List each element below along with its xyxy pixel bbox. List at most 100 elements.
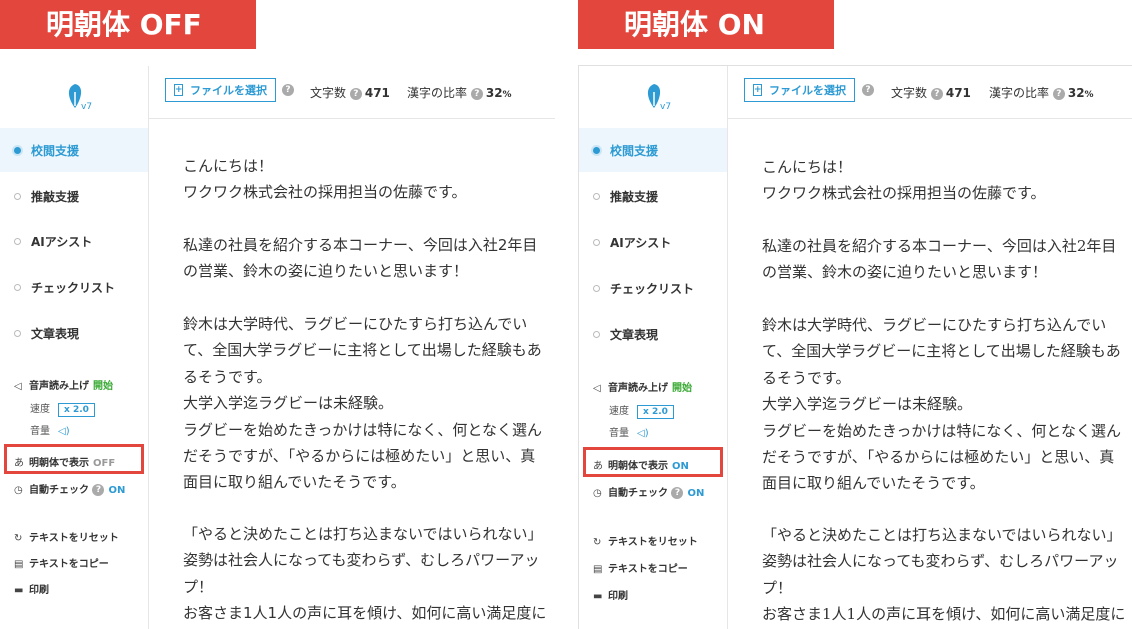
left-comparison-panel: 明朝体 OFF v7 校閲支援 推敲支援 AIアシスト チェックリスト 文章表現…: [0, 0, 555, 629]
volume-icon[interactable]: ◁): [637, 428, 649, 439]
mincho-state: OFF: [93, 458, 116, 469]
nav-label: 校閲支援: [31, 144, 80, 158]
help-icon[interactable]: ?: [92, 484, 105, 496]
nav-label: チェックリスト: [31, 281, 116, 295]
sidebar-item-checklist[interactable]: チェックリスト: [579, 266, 727, 310]
mincho-label: 明朝体で表示: [608, 461, 668, 472]
char-count-value: 471: [364, 86, 390, 100]
speed-select[interactable]: x 2.0: [58, 403, 95, 417]
reset-text-button[interactable]: ↻ テキストをリセット: [14, 529, 119, 544]
file-add-icon: [753, 78, 762, 102]
toolbar: ファイルを選択 ? 文字数 ?471 漢字の比率 ?32%: [149, 66, 555, 119]
sidebar-item-revision[interactable]: 推敲支援: [579, 174, 727, 218]
nav-label: AIアシスト: [610, 236, 672, 250]
print-icon: ▬: [593, 591, 603, 602]
sidebar-item-proofreading[interactable]: 校閲支援: [579, 128, 727, 172]
help-icon[interactable]: ?: [282, 84, 294, 96]
char-count: 文字数 ? 471: [891, 84, 971, 101]
paragraph: 「やると決めたことは打ち込まないではいられない」 姿勢は社会人になっても変わらず…: [183, 521, 553, 627]
speed-row: 速度 x 2.0: [30, 400, 95, 417]
paragraph: こんにちは！ ワクワク株式会社の採用担当の佐藤です。: [183, 153, 553, 206]
paragraph: こんにちは！ ワクワク株式会社の採用担当の佐藤です。: [762, 154, 1132, 207]
right-comparison-panel: 明朝体 ON v7 校閲支援 推敲支援 AIアシスト チェックリスト 文章表現 …: [578, 0, 1132, 629]
autocheck-toggle[interactable]: ◷ 自動チェック ? ON: [593, 484, 704, 499]
volume-icon[interactable]: ◁): [58, 426, 70, 437]
sidebar-item-checklist[interactable]: チェックリスト: [0, 265, 148, 309]
tts-label: 音声読み上げ: [608, 383, 668, 394]
text-editor[interactable]: こんにちは！ ワクワク株式会社の採用担当の佐藤です。 私達の社員を紹介する本コー…: [728, 119, 1132, 629]
reset-text-button[interactable]: ↻ テキストをリセット: [593, 533, 698, 548]
speaker-icon: ◁: [14, 381, 22, 392]
nav-dot-icon: [14, 238, 21, 245]
nav-dot-icon: [593, 285, 600, 292]
char-count-label: 文字数: [310, 86, 347, 100]
help-icon[interactable]: ?: [862, 84, 874, 96]
print-button[interactable]: ▬ 印刷: [14, 581, 49, 596]
print-button[interactable]: ▬ 印刷: [593, 587, 628, 602]
autocheck-state: ON: [108, 485, 126, 496]
kanji-ratio-label: 漢字の比率: [989, 86, 1050, 100]
copy-icon: ▤: [593, 564, 603, 575]
nav-label: 推敲支援: [31, 190, 80, 204]
nav-dot-icon: [593, 331, 600, 338]
nav-dot-icon: [593, 193, 600, 200]
speaker-icon: ◁: [593, 383, 601, 394]
reset-icon: ↻: [14, 533, 23, 544]
nav-label: 文章表現: [610, 328, 659, 342]
help-icon[interactable]: ?: [470, 87, 483, 100]
tts-start-button[interactable]: 開始: [672, 383, 692, 394]
nav-dot-icon: [14, 147, 21, 154]
panel-banner: 明朝体 ON: [578, 0, 834, 49]
paragraph-text: 私達の社員を紹介する本コーナー、今回は入社2年目 の営業、鈴木の姿に迫りたいと思…: [183, 236, 538, 281]
help-icon[interactable]: ?: [930, 87, 943, 100]
nav-label: チェックリスト: [610, 282, 695, 296]
file-select-button[interactable]: ファイルを選択: [165, 78, 276, 102]
paragraph-text: 「やると決めたことは打ち込まないではいられない」 姿勢は社会人になっても変わらず…: [183, 525, 547, 623]
text-editor[interactable]: こんにちは！ ワクワク株式会社の採用担当の佐藤です。 私達の社員を紹介する本コー…: [149, 119, 555, 629]
help-icon[interactable]: ?: [349, 87, 362, 100]
autocheck-state: ON: [687, 488, 705, 499]
autocheck-toggle[interactable]: ◷ 自動チェック ? ON: [14, 481, 125, 496]
char-count-value: 471: [945, 86, 971, 100]
paragraph-text: こんにちは！ ワクワク株式会社の採用担当の佐藤です。: [762, 158, 1046, 203]
sidebar-item-ai-assist[interactable]: AIアシスト: [0, 219, 148, 263]
paragraph-text: 私達の社員を紹介する本コーナー、今回は入社2年目 の営業、鈴木の姿に迫りたいと思…: [762, 237, 1117, 282]
speed-label: 速度: [609, 406, 629, 417]
sidebar-item-ai-assist[interactable]: AIアシスト: [579, 220, 727, 264]
toolbar: ファイルを選択 ? 文字数 ?471 漢字の比率 ?32%: [728, 66, 1132, 119]
tts-row: ◁ 音声読み上げ 開始: [14, 377, 113, 392]
file-button-label: ファイルを選択: [769, 84, 846, 97]
reset-icon: ↻: [593, 537, 602, 548]
volume-row: 音量 ◁): [30, 422, 70, 437]
reset-label: テキストをリセット: [608, 537, 698, 548]
tts-start-button[interactable]: 開始: [93, 381, 113, 392]
app-version: v7: [81, 102, 93, 112]
kanji-ratio-value: 32: [1067, 86, 1085, 100]
mincho-toggle[interactable]: あ明朝体で表示 ON: [593, 457, 689, 472]
paragraph: 私達の社員を紹介する本コーナー、今回は入社2年目 の営業、鈴木の姿に迫りたいと思…: [762, 233, 1132, 286]
sidebar-item-expression[interactable]: 文章表現: [0, 311, 148, 355]
mincho-toggle[interactable]: あ明朝体で表示 OFF: [14, 454, 115, 469]
tts-row: ◁ 音声読み上げ 開始: [593, 379, 692, 394]
sidebar-item-proofreading[interactable]: 校閲支援: [0, 128, 148, 172]
copy-text-button[interactable]: ▤ テキストをコピー: [593, 560, 688, 575]
volume-label: 音量: [609, 428, 629, 439]
nav-dot-icon: [593, 147, 600, 154]
kanji-ratio: 漢字の比率 ? 32%: [407, 84, 512, 101]
paragraph-text: こんにちは！ ワクワク株式会社の採用担当の佐藤です。: [183, 157, 467, 202]
panel-banner: 明朝体 OFF: [0, 0, 256, 49]
copy-text-button[interactable]: ▤ テキストをコピー: [14, 555, 109, 570]
sidebar-item-expression[interactable]: 文章表現: [579, 312, 727, 356]
file-select-button[interactable]: ファイルを選択: [744, 78, 855, 102]
char-count: 文字数 ? 471: [310, 84, 390, 101]
help-icon[interactable]: ?: [1052, 87, 1065, 100]
help-icon[interactable]: ?: [671, 487, 684, 499]
sidebar-item-revision[interactable]: 推敲支援: [0, 174, 148, 218]
volume-label: 音量: [30, 426, 50, 437]
reset-label: テキストをリセット: [29, 533, 119, 544]
sidebar: v7 校閲支援 推敲支援 AIアシスト チェックリスト 文章表現 ◁ 音声読み上…: [0, 66, 149, 629]
file-button-label: ファイルを選択: [190, 84, 267, 97]
speed-select[interactable]: x 2.0: [637, 405, 674, 419]
kanji-ratio-unit: %: [1084, 90, 1094, 100]
paragraph: 私達の社員を紹介する本コーナー、今回は入社2年目 の営業、鈴木の姿に迫りたいと思…: [183, 232, 553, 285]
